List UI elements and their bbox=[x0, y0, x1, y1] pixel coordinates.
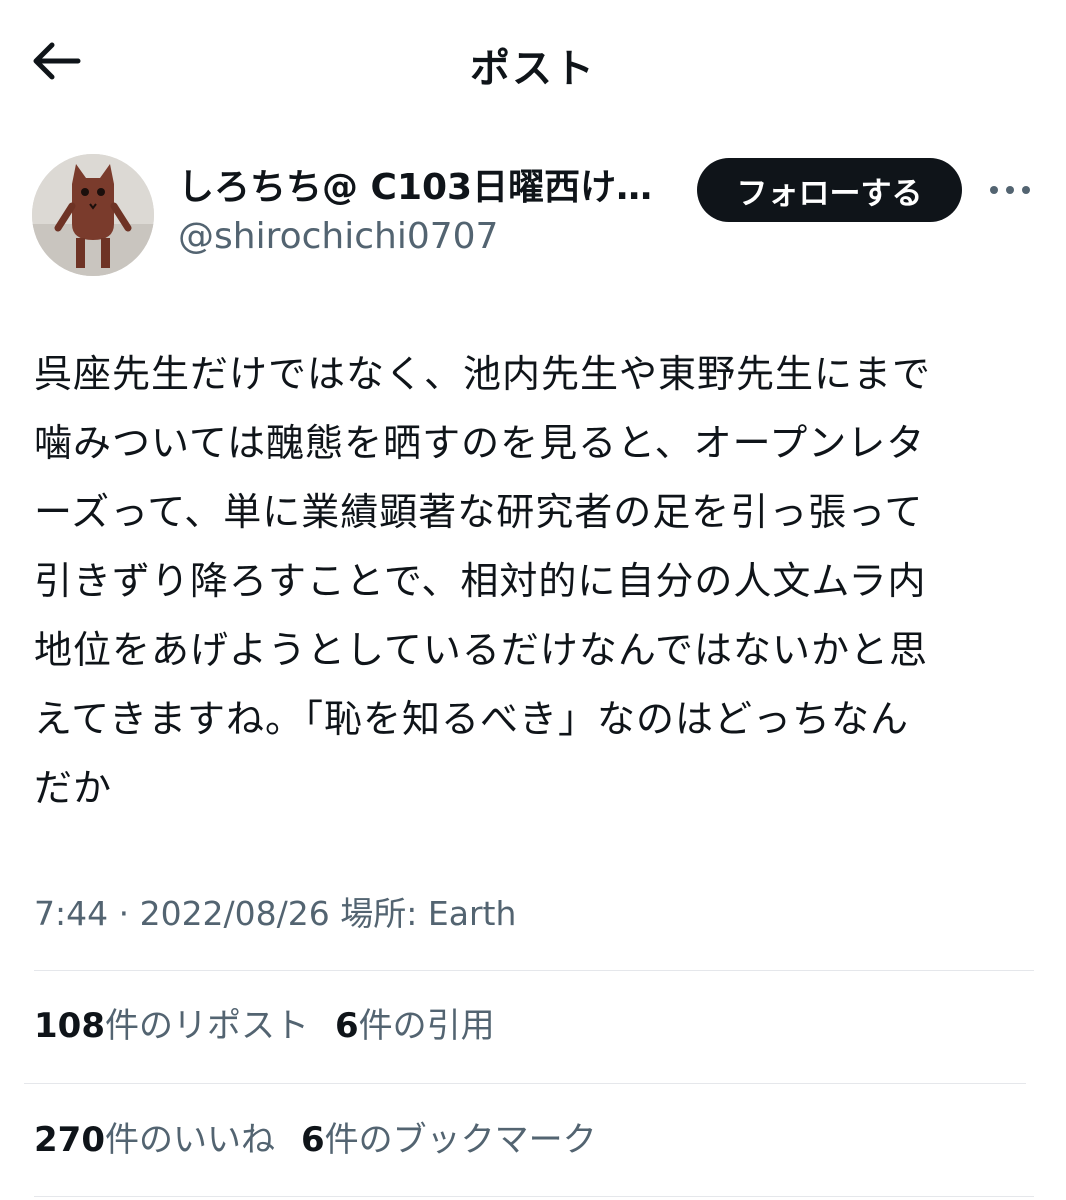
quotes-label: 件の引用 bbox=[358, 1006, 495, 1046]
likes-stat[interactable]: 270件のいいね bbox=[34, 1120, 275, 1160]
follow-button[interactable]: フォローする bbox=[697, 158, 962, 222]
likes-count: 270 bbox=[34, 1120, 105, 1160]
quotes-stat[interactable]: 6件の引用 bbox=[335, 1006, 495, 1046]
user-handle[interactable]: @shirochichi0707 bbox=[178, 212, 688, 262]
divider bbox=[24, 1083, 1026, 1084]
more-horizontal-icon bbox=[990, 186, 1030, 194]
bookmarks-label: 件のブックマーク bbox=[324, 1120, 597, 1160]
page-title: ポスト bbox=[470, 46, 596, 92]
bookmarks-stat[interactable]: 6件のブックマーク bbox=[301, 1120, 597, 1160]
reposts-stat[interactable]: 108件のリポスト bbox=[34, 1006, 309, 1046]
divider bbox=[34, 1196, 1034, 1197]
post-meta[interactable]: 7:44 · 2022/08/26 場所: Earth bbox=[34, 890, 516, 938]
reposts-count: 108 bbox=[34, 1006, 105, 1046]
author-row: しろちち@ C103日曜西け… @shirochichi0707 フォローする bbox=[32, 150, 1042, 280]
quotes-count: 6 bbox=[334, 1006, 359, 1046]
stats-row-2: 270件のいいね 6件のブックマーク bbox=[34, 1116, 597, 1164]
stats-row-1: 108件のリポスト 6件の引用 bbox=[34, 1002, 495, 1050]
more-button[interactable] bbox=[982, 170, 1038, 210]
avatar[interactable] bbox=[32, 154, 154, 276]
post-text: 呉座先生だけではなく、池内先生や東野先生にまで 噛みついては醜態を晒すのを見ると… bbox=[34, 352, 932, 810]
bookmarks-count: 6 bbox=[300, 1120, 325, 1160]
likes-label: 件のいいね bbox=[104, 1120, 275, 1160]
header: ポスト bbox=[0, 0, 1066, 120]
author-names: しろちち@ C103日曜西け… @shirochichi0707 bbox=[178, 164, 688, 262]
divider bbox=[34, 970, 1034, 971]
display-name[interactable]: しろちち@ C103日曜西け… bbox=[178, 164, 688, 212]
reposts-label: 件のリポスト bbox=[104, 1006, 309, 1046]
avatar-image bbox=[32, 154, 154, 276]
